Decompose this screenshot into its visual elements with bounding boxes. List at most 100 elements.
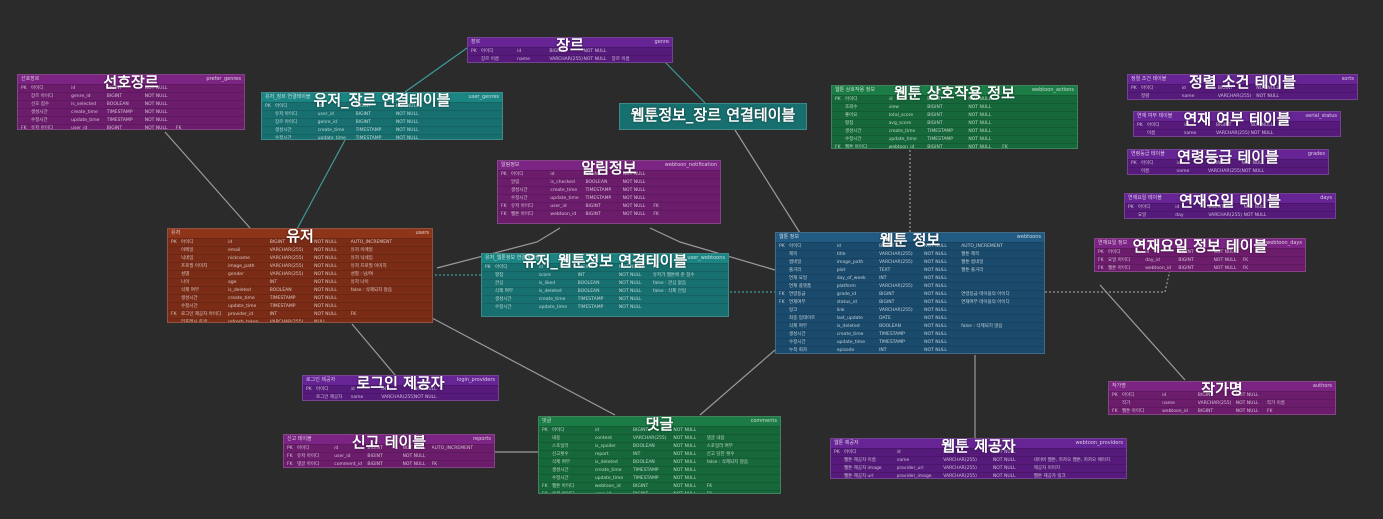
column-row[interactable]: 선호 점수 is_selected BOOLEAN NOT NULL: [18, 100, 244, 108]
column-row[interactable]: 생성시간 create_time TIMESTAMP NOT NULL: [498, 186, 720, 194]
column-row[interactable]: 최종 업데이트 last_update DATE NOT NULL: [776, 314, 1044, 322]
column-row[interactable]: PK 아이디 id INT NOT NULL: [831, 448, 1126, 456]
column-row[interactable]: 프로필 이미지 image_path VARCHAR(255) NOT NULL 유저 …: [168, 262, 432, 270]
column-row[interactable]: 작가 name VARCHAR(255) NOT NULL 작가 이름: [1109, 399, 1335, 407]
column-row[interactable]: PK 아이디 id BIGINT NOT NULL: [1109, 391, 1335, 399]
table-author[interactable]: 작가명 authors 작가명 PK 아이디 id BIGINT NOT NULL 작가 na…: [1108, 381, 1336, 415]
column-row[interactable]: 생성시간 create_time TIMESTAMP NOT NULL: [168, 294, 432, 302]
column-row[interactable]: 알림 is_checked BOOLEAN NOT NULL: [498, 178, 720, 186]
column-row[interactable]: PK 아이디 id BIGINT NOT NULL: [498, 170, 720, 178]
column-row[interactable]: 이름 name VARCHAR(255) NOT NULL: [1134, 129, 1340, 136]
column-row[interactable]: 닉네임 nickname VARCHAR(255) NOT NULL 유저 닉네임: [168, 254, 432, 262]
column-row[interactable]: 수정시간 update_time TIMESTAMP NOT NULL: [168, 302, 432, 310]
table-webtoon-provider[interactable]: 웹툰 제공자 webtoon_providers 웹툰 제공자 PK 아이디 id IN…: [830, 438, 1127, 479]
table-alarm[interactable]: 알림정보 webtoon_notification 알림정보 PK 아이디 id BIG…: [497, 160, 721, 224]
column-row[interactable]: 삭제 여부 is_deleted BOOLEAN NOT NULL false : 삭제…: [482, 287, 728, 295]
column-row[interactable]: PK 아이디 id BIGINT NOT NULL AUTO_INCREMENT: [776, 242, 1044, 250]
column-row[interactable]: 생성시간 create_time TIMESTAMP NOT NULL: [482, 295, 728, 303]
column-row[interactable]: PK 아이디 id BIGINT NOT NULL AUTO_INCREMENT: [284, 444, 494, 452]
table-age-grade[interactable]: 연령등급 테이블 grades 연령등급 테이블 PK 아이디 id BIGINT NOT…: [1127, 149, 1329, 175]
column-row[interactable]: FK 웹툰 아이디 webtoon_id BIGINT NOT NULL FK: [1109, 407, 1335, 414]
column-row[interactable]: FK 요일 아이디 day_id BIGINT NOT NULL FK: [1095, 256, 1305, 264]
column-row[interactable]: 수정시간 update_time TIMESTAMP NOT NULL: [776, 338, 1044, 346]
column-row[interactable]: 수정시간 update_time TIMESTAMP NOT NULL: [18, 116, 244, 124]
table-comment[interactable]: 댓글 comments 댓글 PK 아이디 id BIGINT NOT NULL 내용 con…: [538, 416, 781, 494]
table-interaction[interactable]: 웹툰 상호작용 정보 webtoon_actions 웹툰 상호작용 정보 PK 아…: [831, 85, 1078, 149]
column-row[interactable]: 생성시간 create_time TIMESTAMP NOT NULL: [18, 108, 244, 116]
column-row[interactable]: 좋아요 total_score BIGINT NOT NULL: [832, 111, 1077, 119]
column-row[interactable]: FK 유저 아이디 user_id BIGINT NOT NULL: [284, 452, 494, 460]
table-report[interactable]: 신고 테이블 reports 신고 테이블 PK 아이디 id BIGINT NOT NU…: [283, 434, 495, 468]
column-row[interactable]: 생성시간 create_time TIMESTAMP NOT NULL: [832, 127, 1077, 135]
table-user[interactable]: 유저 users 유저 PK 아이디 id BIGINT NOT NULL AUTO_INC…: [167, 228, 433, 323]
column-row[interactable]: 내용 content VARCHAR(255) NOT NULL 댓글 내용: [539, 434, 780, 442]
erd-canvas[interactable]: 장르 genre 장르 PK 아이디 id BIGINT NOT NULL 장르 이름 nam…: [0, 0, 1383, 519]
column-row[interactable]: 평점 score INT NOT NULL 유저가 웹툰에 준 점수: [482, 271, 728, 279]
table-serial-status[interactable]: 연재 여부 테이블 serial_status 연재 여부 테이블 PK 아이디 id…: [1133, 111, 1341, 137]
column-row[interactable]: PK 아이디 id BIGINT NOT NULL: [539, 426, 780, 434]
column-row[interactable]: FK 로그인 제공자 아이디 provider_id INT NOT NULL FK: [168, 310, 432, 318]
column-row[interactable]: 리프레시 토큰 refresh_token VARCHAR(255) NULL: [168, 318, 432, 322]
column-row[interactable]: 정렬 name VARCHAR(255) NOT NULL: [1128, 92, 1357, 99]
column-row[interactable]: 나이 age INT NOT NULL 유저 나이: [168, 278, 432, 286]
column-row[interactable]: 수정시간 update_time TIMESTAMP NOT NULL: [832, 135, 1077, 143]
table-prefer-genre[interactable]: 선호장르 prefer_genres 선호장르 PK 아이디 id BIGINT NOT …: [17, 74, 245, 130]
column-row[interactable]: 웹툰 제공자 image provider_url VARCHAR(255) NOT …: [831, 464, 1126, 472]
column-row[interactable]: FK 웹툰 아이디 webtoon_id BIGINT NOT NULL FK: [832, 143, 1077, 148]
table-genre[interactable]: 장르 genre 장르 PK 아이디 id BIGINT NOT NULL 장르 이름 nam…: [467, 37, 673, 63]
column-row[interactable]: 삭제 여부 is_deleted BOOLEAN NOT NULL false : 삭제…: [539, 458, 780, 466]
column-row[interactable]: PK 아이디 id BIGINT NOT NULL: [1125, 203, 1335, 211]
column-row[interactable]: 수정시간 update_time TIMESTAMP NOT NULL: [482, 303, 728, 311]
table-webtoon[interactable]: 웹툰 정보 webtoons 웹툰 정보 PK 아이디 id BIGINT NOT NUL…: [775, 232, 1045, 354]
column-row[interactable]: 생성시간 create_time TIMESTAMP NOT NULL: [539, 466, 780, 474]
column-row[interactable]: PK 아이디 id BIGINT NOT NULL: [468, 47, 672, 55]
column-row[interactable]: 관심 is_liked BOOLEAN NOT NULL false : 관심 없음: [482, 279, 728, 287]
column-row[interactable]: 연재 요일 day_of_week INT NOT NULL: [776, 274, 1044, 282]
column-row[interactable]: 수정시간 update_time TIMESTAMP NOT NULL: [539, 474, 780, 482]
column-row[interactable]: FK 웹툰 아이디 webtoon_id BIGINT NOT NULL FK: [498, 210, 720, 218]
column-row[interactable]: FK유저 아이디user_idBIGINTNOT NULLFK: [18, 124, 244, 129]
table-webtoon-genre[interactable]: 웹툰정보_장르 연결테이블: [619, 103, 807, 130]
column-row[interactable]: 누적 회차 episode INT NOT NULL: [776, 346, 1044, 353]
column-row[interactable]: 생성시간 create_time TIMESTAMP NOT NULL: [262, 126, 502, 134]
column-row[interactable]: 웹툰 제공자 url provider_image VARCHAR(255) NOT …: [831, 472, 1126, 478]
column-row[interactable]: PK 아이디 id BIGINT NOT NULL: [1095, 248, 1305, 256]
column-row[interactable]: 요일 day VARCHAR(255) NOT NULL: [1125, 211, 1335, 218]
column-row[interactable]: 웹툰 제공자 이름 name VARCHAR(255) NOT NULL 네이버 웹툰,…: [831, 456, 1126, 464]
table-login-provider[interactable]: 로그인 제공자 login_providers 로그인 제공자 PK 아이디 id IN…: [302, 375, 499, 401]
column-row[interactable]: 평점 avg_score BIGINT NOT NULL: [832, 119, 1077, 127]
column-row[interactable]: PK 아이디 id BIGINT NOT NULL: [1128, 84, 1357, 92]
column-row[interactable]: 수정시간 update_time TIMESTAMP NOT NULL: [262, 134, 502, 139]
table-user-genre[interactable]: 유저_장르 연결테이블 user_genres 유저_장르 연결테이블 PK 아이디…: [261, 92, 503, 140]
column-row[interactable]: 생성시간 create_time TIMESTAMP NOT NULL: [776, 330, 1044, 338]
column-row[interactable]: 썸네일 image_path VARCHAR(255) NOT NULL 웹툰 썸네일: [776, 258, 1044, 266]
table-user-webtoon[interactable]: 유저_웹툰정보 연결테이블 user_webtoons 유저_웹툰정보 연결테이블…: [481, 253, 729, 317]
table-serial-day-info[interactable]: 연재요일 정보 webtoon_days 연재요일 정보 테이블 PK 아이디 id B…: [1094, 238, 1306, 272]
column-row[interactable]: 수정시간 update_time TIMESTAMP NOT NULL: [498, 194, 720, 202]
column-row[interactable]: 장르 이름 name VARCHAR(255) NOT NULL 장르 이름: [468, 55, 672, 62]
table-sort-condition[interactable]: 정렬 조건 테이블 sorts 정렬 소건 테이블 PK 아이디 id BIGINT NO…: [1127, 74, 1358, 100]
column-row[interactable]: FK 연령등급 grade_id BIGINT NOT NULL 연령등급 테이블의 아이…: [776, 290, 1044, 298]
column-row[interactable]: 성별 gender VARCHAR(255) NOT NULL 성별 : 남/여: [168, 270, 432, 278]
column-row[interactable]: 줄거리 plot TEXT NOT NULL 웹툰 줄거리: [776, 266, 1044, 274]
column-row[interactable]: 조회수 view BIGINT NOT NULL: [832, 103, 1077, 111]
column-row[interactable]: PK 아이디 id BIGINT NOT NULL: [18, 84, 244, 92]
table-serial-day[interactable]: 연재요일 테이블 days 연재요일 테이블 PK 아이디 id BIGINT NOT N…: [1124, 193, 1336, 219]
column-row[interactable]: PK 아이디 id BIGINT NOT NULL PK: [482, 263, 728, 271]
column-row[interactable]: 신고횟수 report INT NOT NULL 신고 당한 횟수: [539, 450, 780, 458]
column-row[interactable]: FK 웹툰 아이디 webtoon_id BIGINT NOT NULL FK: [1095, 264, 1305, 271]
column-row[interactable]: PK 아이디 id BIGINT NOT NULL: [832, 95, 1077, 103]
column-row[interactable]: 유저 아이디 user_id BIGINT NOT NULL: [262, 110, 502, 118]
column-row[interactable]: 스포일러 is_spoiler BOOLEAN NOT NULL 스포일러 여부: [539, 442, 780, 450]
column-row[interactable]: PK 아이디 id BIGINT NOT NULL: [1128, 159, 1328, 167]
column-row[interactable]: FK유저 아이디user_idBIGINTNOT NULLFK: [539, 490, 780, 493]
column-row[interactable]: FK 웹툰 아이디 webtoon_id BIGINT NOT NULL FK: [539, 482, 780, 490]
column-row[interactable]: 연재 플랫폼 platform VARCHAR(255) NOT NULL: [776, 282, 1044, 290]
column-row[interactable]: 로그인 제공자 name VARCHAR(255) NOT NULL: [303, 393, 498, 400]
column-row[interactable]: 제목 title VARCHAR(255) NOT NULL 웹툰 제목: [776, 250, 1044, 258]
column-row[interactable]: 이메일 email VARCHAR(255) NOT NULL 유저 이메일: [168, 246, 432, 254]
column-row[interactable]: 이름 name VARCHAR(255) NOT NULL: [1128, 167, 1328, 174]
column-row[interactable]: 링크 link VARCHAR(255) NOT NULL: [776, 306, 1044, 314]
column-row[interactable]: PK 아이디 id INT NOT NULL: [303, 385, 498, 393]
column-row[interactable]: FK 연재여부 status_id BIGINT NOT NULL 연재여부 테이블의 아…: [776, 298, 1044, 306]
